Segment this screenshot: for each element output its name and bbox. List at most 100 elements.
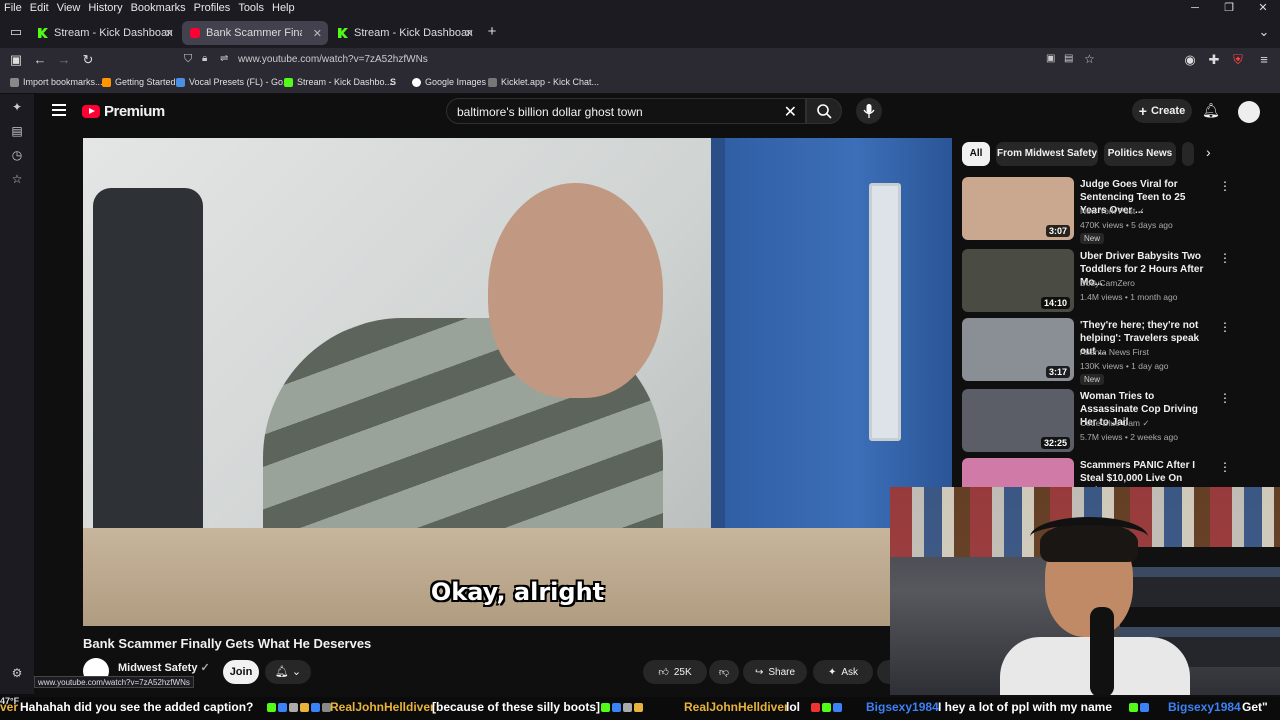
video-thumbnail[interactable]: 14:10	[962, 249, 1074, 312]
settings-gear-icon[interactable]: ⚙	[10, 666, 24, 680]
chevron-down-icon: ⌄	[291, 666, 302, 678]
kick-icon	[338, 28, 348, 38]
chat-message: I hey a lot of ppl with my name	[938, 700, 1113, 714]
search-button[interactable]	[806, 98, 842, 124]
app-menu-icon[interactable]: ≡	[1256, 52, 1272, 68]
shield-icon[interactable]: ⛉	[184, 53, 192, 66]
back-icon[interactable]: ←	[32, 52, 48, 68]
bookmark-vocal-presets[interactable]: Vocal Presets (FL) - Go...	[176, 77, 291, 87]
recommendation-meta: 130K views • 1 day ago	[1080, 361, 1169, 371]
bookmark-kick-dashboard[interactable]: Stream - Kick Dashbo...	[284, 77, 392, 87]
chip-more[interactable]	[1182, 142, 1194, 166]
menu-bar: File Edit View History Bookmarks Profile…	[0, 0, 1280, 16]
close-tab-icon[interactable]: ✕	[465, 27, 474, 40]
join-button[interactable]: Join	[223, 660, 259, 684]
bookmark-kicklet[interactable]: Kicklet.app - Kick Chat...	[488, 77, 599, 87]
chip-from-channel[interactable]: From Midwest Safety	[996, 142, 1098, 166]
create-button[interactable]: + Create	[1132, 99, 1192, 123]
menu-bookmarks[interactable]: Bookmarks	[131, 2, 186, 14]
account-icon[interactable]: ◉	[1182, 52, 1198, 68]
video-thumbnail[interactable]: 3:07	[962, 177, 1074, 240]
more-options-icon[interactable]: ⋮	[1219, 460, 1231, 474]
more-options-icon[interactable]: ⋮	[1219, 179, 1231, 193]
chip-politics-news[interactable]: Politics News	[1104, 142, 1176, 166]
picture-in-picture-icon[interactable]: ▣	[1046, 53, 1055, 64]
duration-badge: 3:17	[1045, 366, 1070, 378]
tab-youtube-video[interactable]: Bank Scammer Finally Gets ✕	[182, 21, 328, 45]
minimize-icon[interactable]: ─	[1178, 0, 1212, 16]
notifications-bell-icon[interactable]: 🔔︎	[1202, 102, 1220, 118]
sidebar-toggle-icon[interactable]: ▣	[8, 52, 24, 68]
tab-overview-icon[interactable]: ▭	[8, 24, 24, 40]
menu-profiles[interactable]: Profiles	[194, 2, 231, 14]
forward-icon[interactable]: →	[56, 52, 72, 68]
channel-name[interactable]: Midwest Safety ✓	[118, 661, 210, 674]
permissions-icon[interactable]: ⇌	[220, 53, 228, 64]
chat-message: [because of these silly boots]	[432, 700, 601, 714]
like-button[interactable]: 👍︎ 25K	[643, 660, 707, 684]
duration-badge: 32:25	[1040, 437, 1070, 449]
youtube-premium-logo[interactable]: Premium	[82, 103, 165, 120]
ask-button[interactable]: ✦ Ask	[813, 660, 873, 684]
bookmarks-star-icon[interactable]: ☆	[10, 172, 24, 186]
recommendation-item[interactable]: 14:10 Uber Driver Babysits Two Toddlers …	[962, 249, 1232, 313]
tab-kick-dashboard-1[interactable]: Stream - Kick Dashboard ✕	[30, 21, 180, 45]
menu-edit[interactable]: Edit	[30, 2, 49, 14]
url-bar[interactable]: ⛉ 🔒︎ ⇌ www.youtube.com/watch?v=7zA52hzfW…	[180, 50, 1100, 70]
menu-history[interactable]: History	[88, 2, 122, 14]
google-icon	[412, 77, 421, 87]
reload-icon[interactable]: ↻	[80, 52, 96, 68]
extensions-icon[interactable]: ✚	[1206, 52, 1222, 68]
account-avatar[interactable]	[1238, 101, 1260, 123]
video-player[interactable]: Okay, alright	[83, 138, 952, 626]
filter-chips: All From Midwest Safety Politics News ›	[962, 142, 1242, 166]
menu-help[interactable]: Help	[272, 2, 295, 14]
reader-view-icon[interactable]: ▤	[1064, 53, 1073, 64]
menu-hamburger-icon[interactable]	[52, 104, 66, 116]
voice-search-button[interactable]	[856, 98, 882, 124]
menu-view[interactable]: View	[57, 2, 81, 14]
video-thumbnail[interactable]: 3:17	[962, 318, 1074, 381]
more-options-icon[interactable]: ⋮	[1219, 320, 1231, 334]
search-input[interactable]: baltimore's billion dollar ghost town ✕	[446, 98, 806, 124]
restore-icon[interactable]: ❐	[1212, 0, 1246, 16]
ublock-icon[interactable]: ⛨	[1230, 52, 1246, 68]
tab-kick-dashboard-2[interactable]: Stream - Kick Dashboard ✕	[330, 21, 480, 45]
dislike-button[interactable]: 👎︎	[709, 660, 739, 684]
plus-icon: +	[1138, 103, 1147, 119]
new-tab-icon[interactable]: +	[484, 24, 500, 40]
synced-tabs-icon[interactable]: ▤	[10, 124, 24, 138]
clear-search-icon[interactable]: ✕	[784, 102, 797, 122]
chevron-right-icon[interactable]: ›	[1206, 144, 1211, 160]
menu-tools[interactable]: Tools	[238, 2, 264, 14]
bookmark-google-images[interactable]: Google Images	[412, 77, 486, 87]
more-options-icon[interactable]: ⋮	[1219, 391, 1231, 405]
close-window-icon[interactable]: ✕	[1246, 0, 1280, 16]
video-thumbnail[interactable]: 32:25	[962, 389, 1074, 452]
bell-icon: 🔔︎	[274, 666, 289, 678]
recommendation-item[interactable]: 32:25 Woman Tries to Assassinate Cop Dri…	[962, 389, 1232, 453]
subscription-bell-button[interactable]: 🔔︎ ⌄	[265, 660, 311, 684]
ai-sparkle-icon[interactable]: ✦	[10, 100, 24, 114]
close-tab-icon[interactable]: ✕	[165, 27, 174, 40]
recommendation-item[interactable]: 3:17 'They're here; they're not helping'…	[962, 318, 1232, 385]
bookmark-star-icon[interactable]: ☆	[1084, 52, 1095, 66]
share-button[interactable]: ↪ Share	[743, 660, 807, 684]
kick-icon	[38, 28, 48, 38]
bookmark-import[interactable]: Import bookmarks...	[10, 77, 103, 87]
bookmark-getting-started[interactable]: Getting Started	[102, 77, 176, 87]
bookmark-s[interactable]: S	[390, 77, 396, 87]
thumbs-down-icon: 👎︎	[718, 667, 730, 678]
video-caption: Okay, alright	[430, 578, 605, 606]
recommendation-item[interactable]: 3:07 Judge Goes Viral for Sentencing Tee…	[962, 177, 1232, 244]
verified-icon: ✓	[1142, 418, 1150, 428]
chat-username: Bigsexy1984	[1168, 700, 1241, 714]
history-icon[interactable]: ◷	[10, 148, 24, 162]
more-options-icon[interactable]: ⋮	[1219, 251, 1231, 265]
list-tabs-icon[interactable]: ⌄	[1256, 24, 1272, 40]
chip-all[interactable]: All	[962, 142, 990, 166]
recommendation-channel: Code Blue Cam ✓	[1080, 418, 1150, 428]
close-tab-icon[interactable]: ✕	[313, 27, 322, 40]
menu-file[interactable]: File	[4, 2, 22, 14]
lock-icon[interactable]: 🔒︎	[202, 53, 207, 64]
